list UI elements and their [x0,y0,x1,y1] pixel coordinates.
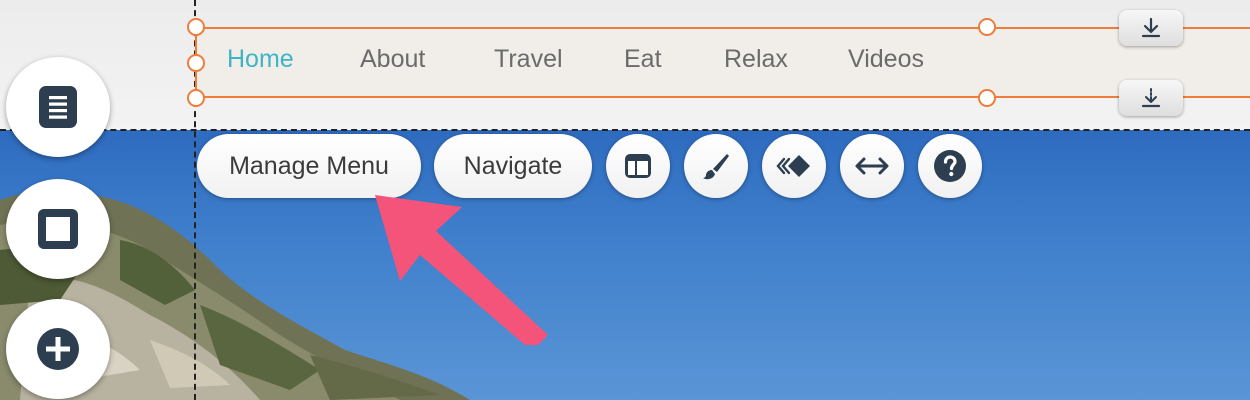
annotation-arrow [375,195,548,345]
horizontal-menu[interactable]: Home About Travel Eat Relax Videos [195,27,1250,98]
navigate-label: Navigate [463,151,563,180]
background-button[interactable] [6,179,110,279]
menu-item-videos[interactable]: Videos [848,45,924,74]
layout-icon [625,154,651,178]
resize-handle-top-left[interactable] [187,18,205,36]
help-icon [934,150,966,182]
add-button[interactable] [6,299,110,399]
resize-handle-top-middle[interactable] [978,18,996,36]
paintbrush-icon [703,154,729,180]
menu-item-relax[interactable]: Relax [724,45,788,74]
section-divider-horizontal [0,129,1250,131]
design-button[interactable] [684,134,748,198]
stretch-button[interactable] [840,134,904,198]
resize-handle-middle-left[interactable] [187,54,205,72]
square-icon [38,209,78,249]
anchor-top-button[interactable] [1119,10,1183,46]
pages-button[interactable] [6,57,110,157]
add-icon [37,328,79,370]
anchor-bottom-button[interactable] [1119,80,1183,116]
menu-item-eat[interactable]: Eat [624,45,662,74]
download-icon [1141,17,1161,38]
menu-item-home[interactable]: Home [227,45,294,74]
stretch-icon [855,157,889,175]
menu-item-travel[interactable]: Travel [494,45,563,74]
resize-handle-bottom-left[interactable] [187,89,205,107]
animation-button[interactable] [762,134,826,198]
resize-handle-bottom-middle[interactable] [978,89,996,107]
pages-icon [39,86,77,128]
animation-icon [776,155,810,177]
menu-item-about[interactable]: About [360,45,425,74]
help-button[interactable] [918,134,982,198]
layout-button[interactable] [606,134,670,198]
download-dotted-icon [1141,88,1161,108]
manage-menu-label: Manage Menu [229,151,389,180]
